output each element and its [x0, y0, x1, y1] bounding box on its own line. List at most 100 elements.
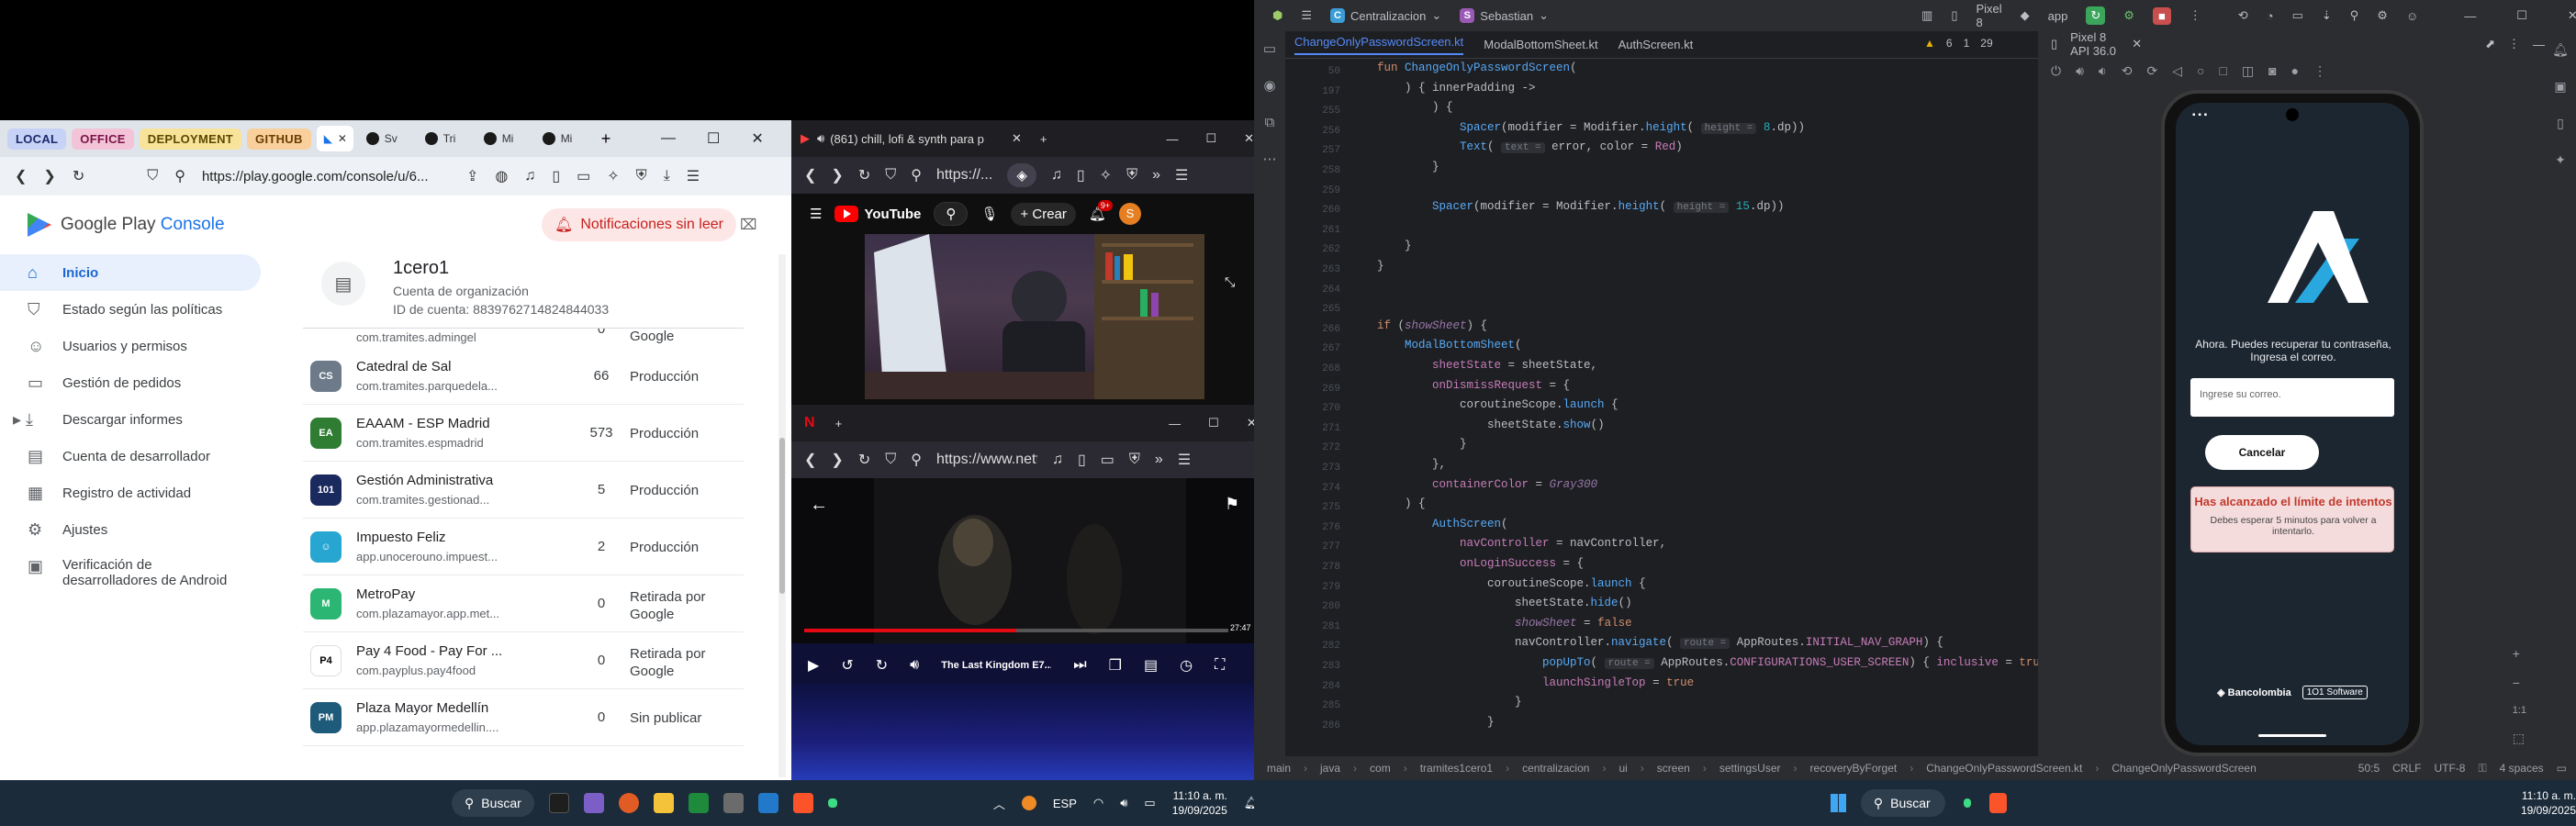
tab-group-office[interactable]: OFFICE — [72, 128, 134, 150]
music-icon[interactable]: ♫ — [524, 168, 535, 184]
forward-10-icon[interactable]: ↻ — [876, 656, 888, 675]
puzzle-icon[interactable]: ✧ — [607, 167, 619, 185]
reload-icon[interactable]: ↻ — [858, 451, 870, 469]
extension-icon[interactable]: ◍ — [495, 167, 508, 185]
email-field[interactable]: Ingrese su correo. — [2190, 378, 2394, 417]
maximize-icon[interactable]: ☐ — [1208, 416, 1219, 430]
vpn-icon[interactable]: ⛨ — [1129, 452, 1140, 468]
main-menu-icon[interactable]: ☰ — [1301, 8, 1312, 23]
back-arrow-icon[interactable]: ← — [810, 495, 828, 516]
tab-2[interactable]: AuthScreen.kt — [1618, 38, 1694, 51]
minimize-icon[interactable]: — — [1169, 417, 1181, 430]
mic-icon[interactable]: 🎙︎ — [980, 206, 998, 222]
close-tab-icon[interactable]: ✕ — [2132, 37, 2142, 51]
tab-title[interactable]: (861) chill, lofi & synth para p — [830, 132, 1004, 146]
shield-badge-icon[interactable]: ◈ — [1007, 163, 1036, 187]
notifications-tool-icon[interactable]: 🔔︎ — [2545, 31, 2576, 68]
hamburger-icon[interactable]: ☰ — [810, 206, 822, 222]
browser-tab[interactable]: Mi — [535, 126, 588, 151]
expand-icon[interactable]: ⤡ — [1225, 274, 1235, 290]
rotate-right-icon[interactable]: ⟳ — [2146, 63, 2157, 79]
active-tab[interactable]: ◣ ✕ — [316, 126, 353, 151]
volume-icon[interactable]: 🔊︎ — [1120, 796, 1127, 810]
sidebar-item-3[interactable]: ▭ Gestión de pedidos — [0, 364, 275, 401]
table-row[interactable]: P4 Pay 4 Food - Pay For ... com.payplus.pa… — [303, 632, 744, 689]
reload-icon[interactable]: ↻ — [858, 166, 870, 184]
breadcrumb-item[interactable]: java — [1320, 762, 1340, 775]
home-button-icon[interactable]: ○ — [2197, 63, 2204, 78]
table-row[interactable]: EA EAAAM - ESP Madrid com.tramites.espmadr… — [303, 405, 744, 462]
vpn-icon[interactable]: ⛨ — [1126, 167, 1137, 184]
rewind-10-icon[interactable]: ↺ — [841, 656, 853, 675]
profiler-icon[interactable]: ◔ — [2267, 9, 2274, 23]
menu-icon[interactable]: ☰ — [1175, 166, 1188, 184]
menu-icon[interactable]: ☰ — [687, 167, 700, 185]
caret-position[interactable]: 50:5 — [2358, 762, 2380, 775]
minimize-icon[interactable]: — — [661, 130, 676, 147]
zoom-fit-icon[interactable]: ⬚ — [2513, 731, 2526, 746]
table-row[interactable]: M MetroPay com.plazamayor.app.met... 0 Retir… — [303, 575, 744, 632]
android-studio-icon[interactable] — [827, 798, 837, 808]
explorer-icon[interactable] — [653, 793, 674, 813]
scrollbar[interactable] — [778, 254, 786, 777]
maximize-icon[interactable]: ☐ — [1205, 131, 1216, 146]
sidebar-icon[interactable]: ▯ — [1077, 166, 1085, 184]
run-config-selector[interactable]: app — [2048, 9, 2068, 23]
youtube-logo-icon[interactable] — [834, 206, 859, 222]
sidebar-icon[interactable]: ▯ — [1078, 451, 1086, 469]
battery-icon[interactable]: ▭ — [1144, 796, 1155, 810]
sidebar-item-2[interactable]: ☺ Usuarios y permisos — [0, 328, 275, 364]
url-field[interactable]: https://... — [936, 167, 992, 184]
browser-tab[interactable]: Tri — [418, 126, 471, 151]
app-icon[interactable] — [722, 793, 744, 813]
table-row[interactable]: 101 Gestión Administrativa com.tramites.ge… — [303, 462, 744, 519]
breadcrumb-item[interactable]: ui — [1618, 762, 1627, 775]
sidebar-icon[interactable]: ▯ — [552, 167, 560, 185]
emulator-title[interactable]: Pixel 8 API 36.0 — [2070, 30, 2119, 58]
table-row[interactable]: CS Catedral de Sal com.tramites.parquedela… — [303, 348, 744, 405]
breadcrumb-item[interactable]: tramites1cero1 — [1420, 762, 1493, 775]
clock[interactable]: 11:10 a. m. 19/09/2025 — [2521, 788, 2576, 818]
encoding[interactable]: UTF-8 — [2434, 762, 2465, 775]
music-icon[interactable]: ♫ — [1051, 167, 1062, 184]
minimize-icon[interactable]: — — [1166, 132, 1178, 146]
notifications-button[interactable]: 🔔︎ Notificaciones sin leer — [542, 208, 736, 241]
site-info-icon[interactable]: ⚲ — [911, 451, 922, 469]
tab-0[interactable]: ChangeOnlyPasswordScreen.kt — [1294, 35, 1464, 55]
clock[interactable]: 11:10 a. m. 19/09/2025 — [1172, 788, 1227, 818]
wallet-icon[interactable]: ▭ — [1101, 451, 1114, 469]
extension-icon[interactable]: ✧ — [1100, 166, 1112, 184]
back-icon[interactable]: ❮ — [804, 166, 816, 184]
project-tool-icon[interactable]: ▭ — [1254, 31, 1285, 68]
sidebar-item-5[interactable]: ▤ Cuenta de desarrollador — [0, 438, 275, 474]
tab-1[interactable]: ModalBottomSheet.kt — [1484, 38, 1597, 51]
lock-icon[interactable]: ⚿ — [2478, 762, 2486, 776]
search-icon[interactable]: ⚲ — [2350, 8, 2359, 23]
back-icon[interactable]: ❮ — [804, 451, 816, 469]
audio-icon[interactable]: 🔊︎ — [817, 131, 824, 146]
menu-icon[interactable]: ☰ — [1178, 451, 1191, 469]
device-icon[interactable]: ▯ — [1951, 8, 1957, 23]
vpn-icon[interactable]: ⛨ — [636, 168, 647, 184]
tab-group-github[interactable]: GITHUB — [247, 128, 311, 150]
breadcrumb-item[interactable]: centralizacion — [1522, 762, 1589, 775]
more-icon[interactable]: » — [1155, 452, 1163, 468]
breadcrumb-item[interactable]: settingsUser — [1719, 762, 1781, 775]
zoom-actual-icon[interactable]: 1:1 — [2513, 705, 2526, 716]
brave-icon[interactable] — [1989, 793, 2007, 813]
line-separator[interactable]: CRLF — [2392, 762, 2421, 775]
netflix-tab-icon[interactable]: N — [804, 415, 815, 431]
options-icon[interactable]: ⋮ — [2508, 37, 2520, 51]
wallet-icon[interactable]: ▭ — [577, 167, 590, 185]
power-icon[interactable]: ⏻ — [2051, 63, 2061, 79]
extended-controls-icon[interactable]: ⋮ — [2313, 63, 2326, 79]
close-icon[interactable]: ✕ — [2568, 8, 2576, 23]
breadcrumb-item[interactable]: main — [1267, 762, 1291, 775]
share-icon[interactable]: ⇪ — [466, 167, 478, 185]
commit-tool-icon[interactable]: ◉ — [1254, 68, 1285, 105]
sidebar-item-1[interactable]: ⛉ Estado según las políticas — [0, 291, 275, 328]
breadcrumb-item[interactable]: com — [1370, 762, 1391, 775]
progress-bar[interactable] — [804, 629, 1228, 632]
indent[interactable]: 4 spaces — [2500, 762, 2544, 775]
inspection-widget[interactable]: ▲ 6 1 29 — [1924, 37, 1993, 50]
